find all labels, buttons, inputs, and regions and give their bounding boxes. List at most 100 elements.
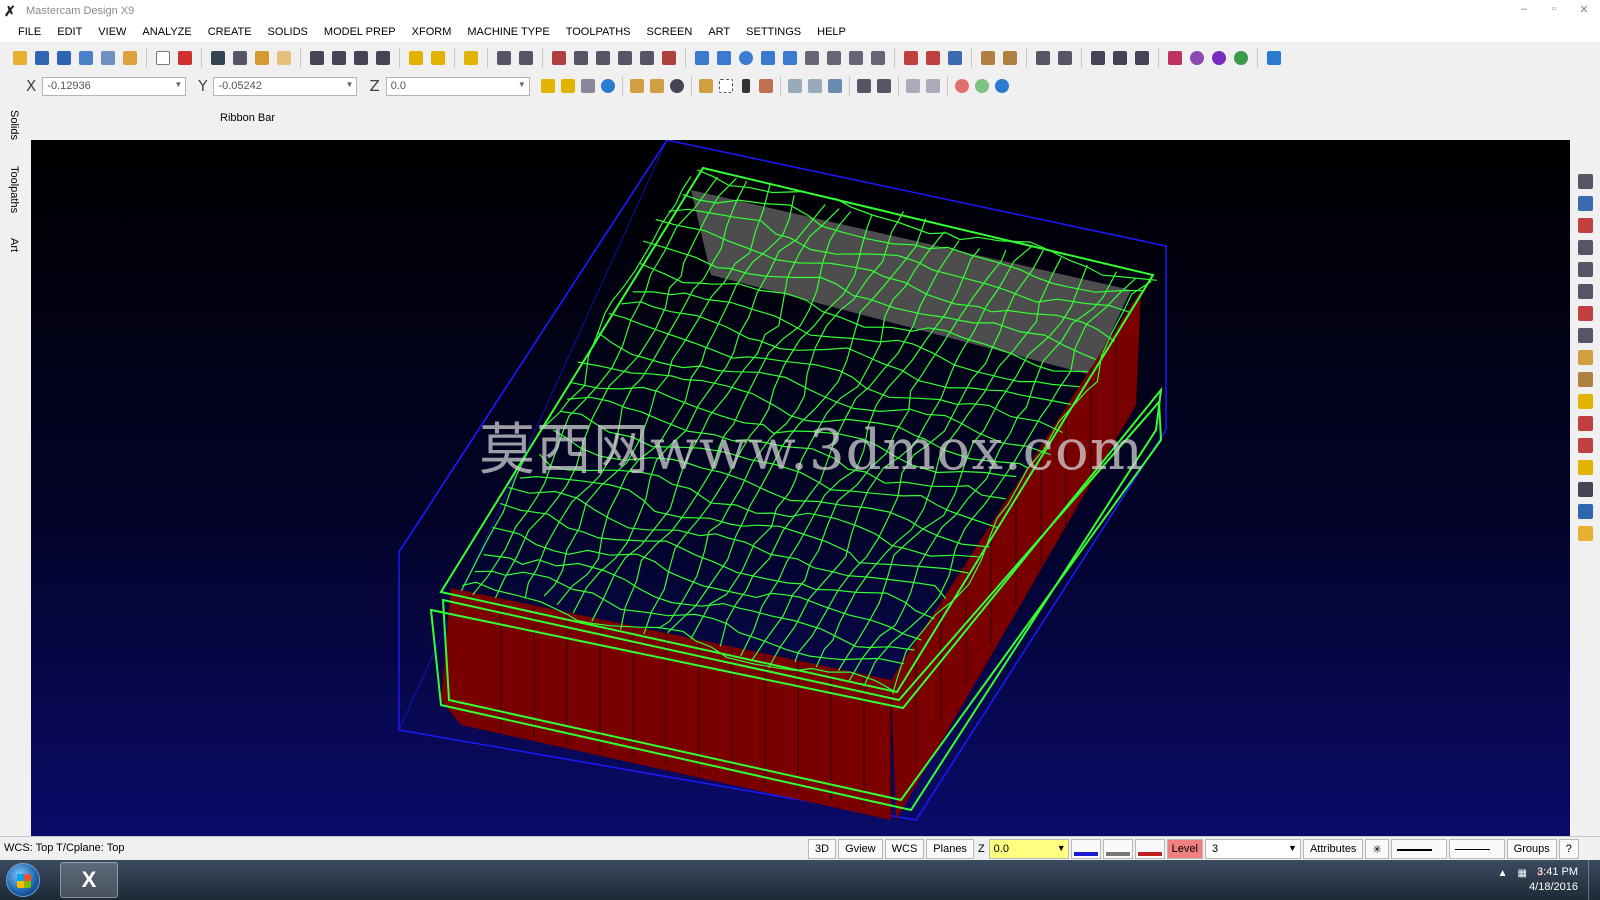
merge-file-icon[interactable] (120, 48, 140, 68)
list-icon[interactable] (1578, 372, 1593, 387)
solid-subtract-icon[interactable] (923, 48, 943, 68)
y-coordinate-field[interactable]: -0.05242 ▼ (213, 76, 358, 96)
machine-icon[interactable] (1165, 48, 1185, 68)
xform-mirror-icon[interactable] (593, 48, 613, 68)
recycle-icon[interactable] (1231, 48, 1251, 68)
circle-icon[interactable] (736, 48, 756, 68)
solid-box-icon[interactable] (802, 48, 822, 68)
xform-rotate-icon[interactable] (571, 48, 591, 68)
cancel-icon[interactable] (952, 76, 972, 96)
stack-icon[interactable] (208, 48, 228, 68)
analyze-angle-icon[interactable] (373, 48, 393, 68)
open-file-icon[interactable] (10, 48, 30, 68)
select-only-icon[interactable] (647, 76, 667, 96)
paste-icon[interactable] (274, 48, 294, 68)
groups-button[interactable]: Groups (1506, 839, 1557, 859)
level-button[interactable]: Level (1166, 839, 1203, 859)
view-window-icon[interactable] (1088, 48, 1108, 68)
point-style-button[interactable]: ✳ (1365, 839, 1389, 859)
layer-stack-icon[interactable] (1578, 196, 1593, 211)
line-style-button[interactable] (1390, 839, 1447, 859)
tab-solids[interactable]: Solids (8, 110, 20, 140)
level-field[interactable]: 3 ▼ (1204, 839, 1301, 859)
delete-icon[interactable] (175, 48, 195, 68)
planes-button[interactable]: Planes (926, 839, 974, 859)
fast-point-icon[interactable] (538, 76, 558, 96)
chain-icon[interactable] (846, 48, 866, 68)
menu-model-prep[interactable]: MODEL PREP (316, 26, 404, 38)
menu-edit[interactable]: EDIT (49, 26, 90, 38)
taskbar-mastercam-app[interactable]: X (60, 862, 118, 898)
x-coordinate-field[interactable]: -0.12936 ▼ (42, 76, 187, 96)
chevron-down-icon[interactable]: ▼ (518, 80, 526, 89)
menu-analyze[interactable]: ANALYZE (134, 26, 199, 38)
point-icon[interactable] (692, 48, 712, 68)
select-solid-icon[interactable] (756, 76, 776, 96)
gear-icon[interactable] (1187, 48, 1207, 68)
xform-offset-icon[interactable] (615, 48, 635, 68)
xform-scale-icon[interactable] (659, 48, 679, 68)
save-icon[interactable] (32, 48, 52, 68)
open-folder-icon[interactable] (1578, 526, 1593, 541)
autocursor-icon[interactable] (578, 76, 598, 96)
right-view-icon[interactable] (1578, 284, 1593, 299)
fillet-icon[interactable] (824, 48, 844, 68)
tab-art[interactable]: Art (8, 238, 20, 252)
surface-icon[interactable] (1033, 48, 1053, 68)
maximize-button[interactable]: ▫ (1546, 3, 1562, 17)
menu-toolpaths[interactable]: TOOLPATHS (558, 26, 639, 38)
front-view-icon[interactable] (1578, 262, 1593, 277)
menu-help[interactable]: HELP (809, 26, 854, 38)
fill-color-button[interactable] (1102, 839, 1133, 859)
spline-icon[interactable] (780, 48, 800, 68)
palette-icon[interactable] (1578, 438, 1593, 453)
solid-union-icon[interactable] (901, 48, 921, 68)
verify-icon[interactable] (854, 76, 874, 96)
menu-settings[interactable]: SETTINGS (738, 26, 809, 38)
menu-screen[interactable]: SCREEN (638, 26, 700, 38)
bounding-box-icon[interactable] (868, 48, 888, 68)
attributes-button[interactable]: Attributes (1302, 839, 1364, 859)
graphics-viewport[interactable]: 莫西网www.3dmox.com (31, 140, 1570, 836)
save-icon[interactable] (1578, 504, 1593, 519)
menu-solids[interactable]: SOLIDS (260, 26, 316, 38)
select-all-icon[interactable] (627, 76, 647, 96)
pencils-icon[interactable] (1578, 460, 1593, 475)
new-file-icon[interactable] (153, 48, 173, 68)
menu-xform[interactable]: XFORM (404, 26, 460, 38)
minimize-button[interactable]: – (1516, 3, 1532, 17)
color-grid-icon[interactable] (1578, 416, 1593, 431)
analyze-distance-icon[interactable] (351, 48, 371, 68)
view-pattern-icon[interactable] (1110, 48, 1130, 68)
end-selection-icon[interactable] (903, 76, 923, 96)
select-body-icon[interactable] (805, 76, 825, 96)
wireframe-color-button[interactable] (1070, 839, 1101, 859)
pencil-icon[interactable] (406, 48, 426, 68)
chevron-down-icon[interactable]: ▼ (1288, 843, 1297, 853)
mesh-icon[interactable] (1055, 48, 1075, 68)
z-depth-field[interactable]: 0.0 ▼ (988, 839, 1069, 859)
gear-alt-icon[interactable] (1209, 48, 1229, 68)
menu-file[interactable]: FILE (10, 26, 49, 38)
show-desktop-button[interactable] (1588, 860, 1600, 900)
plane-icon[interactable] (1578, 306, 1593, 321)
analyze-entity-icon[interactable] (307, 48, 327, 68)
chevron-down-icon[interactable]: ▼ (346, 80, 354, 89)
close-button[interactable]: ✕ (1576, 3, 1592, 17)
save-some-icon[interactable] (76, 48, 96, 68)
delete-entity-icon[interactable] (516, 48, 536, 68)
cursor-icon[interactable] (736, 76, 756, 96)
menu-view[interactable]: VIEW (90, 26, 134, 38)
copy-icon[interactable] (252, 48, 272, 68)
pencil-icon[interactable] (1578, 394, 1593, 409)
menu-machine-type[interactable]: MACHINE TYPE (459, 26, 557, 38)
print-icon[interactable] (1132, 48, 1152, 68)
wcs-button[interactable]: WCS (884, 839, 925, 859)
xform-translate-icon[interactable] (549, 48, 569, 68)
solid-color-button[interactable] (1134, 839, 1165, 859)
help-icon[interactable] (598, 76, 618, 96)
point-entry-icon[interactable] (558, 76, 578, 96)
addin-icon[interactable] (1264, 48, 1284, 68)
rectangle-select-icon[interactable] (716, 76, 736, 96)
chevron-down-icon[interactable]: ▼ (1057, 843, 1066, 853)
